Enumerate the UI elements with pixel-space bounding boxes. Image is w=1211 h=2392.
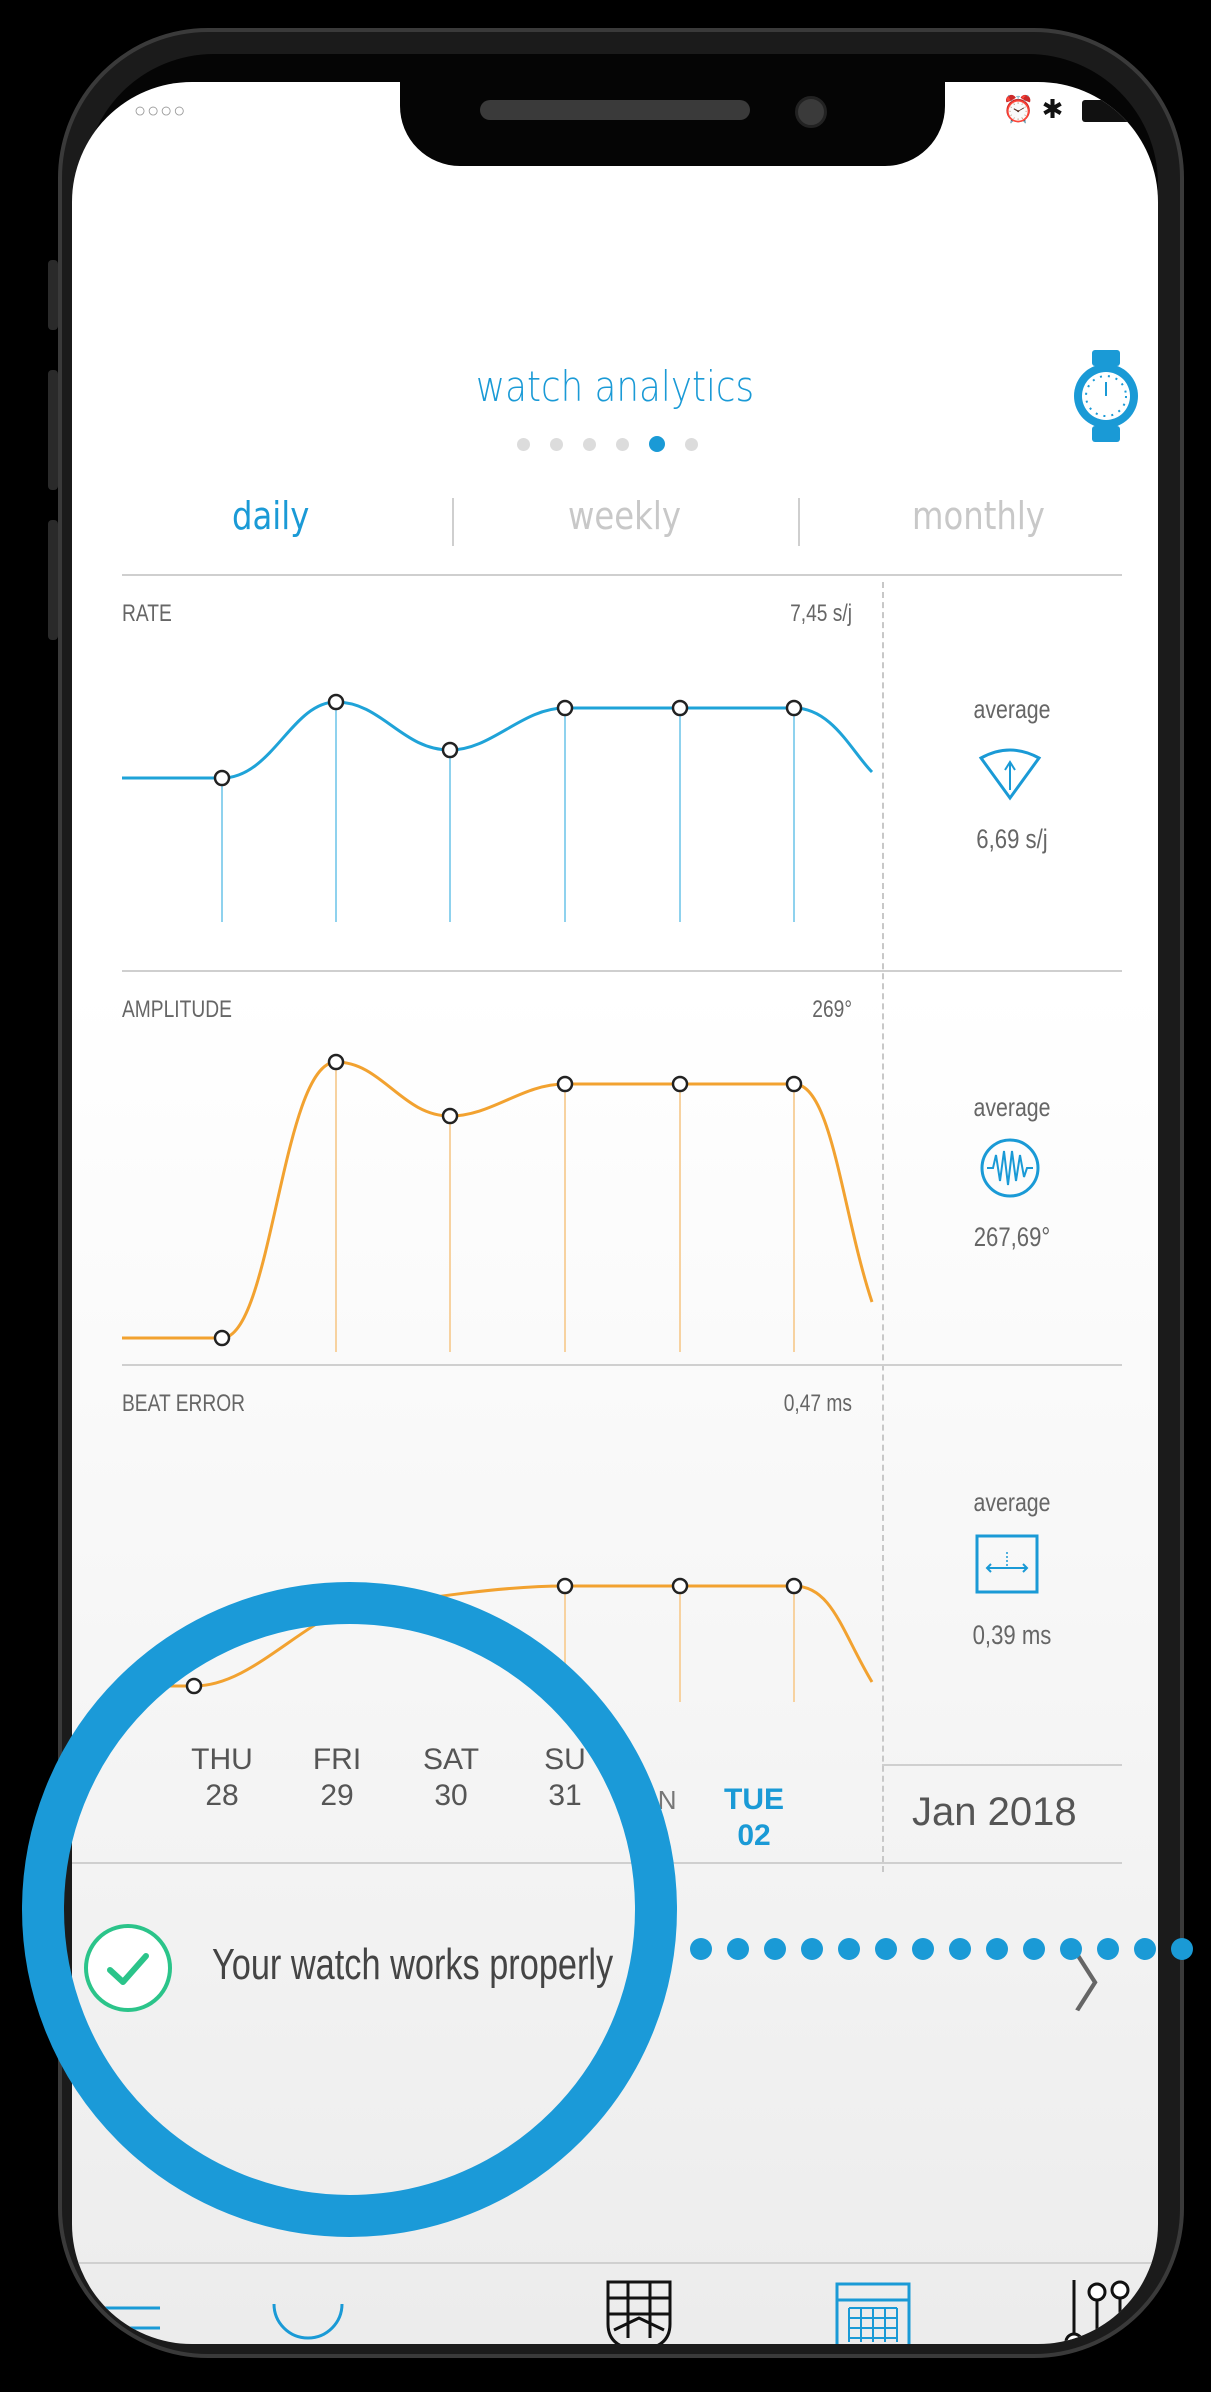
callout-dot [1134, 1938, 1156, 1960]
amplitude-point [441, 1107, 459, 1125]
watch-icon[interactable] [1070, 350, 1142, 447]
callout-dot [727, 1938, 749, 1960]
divider [882, 1764, 1122, 1766]
callout-dot [690, 1938, 712, 1960]
rate-point [671, 699, 689, 717]
page-dot[interactable] [685, 438, 698, 451]
rate-point [785, 699, 803, 717]
divider [122, 1364, 1122, 1366]
callout-dot [764, 1938, 786, 1960]
settings-sliders-icon[interactable] [1062, 2276, 1132, 2344]
beat-error-average-value: 0,39 ms [972, 1620, 1052, 1650]
menu-icon[interactable] [84, 2300, 164, 2344]
day-label: TUE [724, 1783, 784, 1816]
page-indicator[interactable] [517, 436, 698, 452]
tab-monthly[interactable]: monthly [912, 494, 1045, 538]
tab-weekly[interactable]: weekly [568, 494, 681, 538]
amplitude-point [556, 1075, 574, 1093]
day-tue[interactable]: TUE 02 [709, 1782, 799, 1854]
earpiece-speaker [480, 100, 750, 120]
amplitude-point [213, 1329, 231, 1347]
beat-error-current-value: 0,47 ms [783, 1390, 852, 1417]
amplitude-average-value: 267,69° [973, 1222, 1051, 1252]
callout-dot [1171, 1938, 1193, 1960]
callout-dot [838, 1938, 860, 1960]
beat-error-label: BEAT ERROR [122, 1390, 246, 1417]
callout-dot [1023, 1938, 1045, 1960]
beat-error-average-label: average [973, 1487, 1051, 1517]
beat-error-point [785, 1577, 803, 1595]
callout-dot [949, 1938, 971, 1960]
rate-current-value: 7,45 s/j [790, 600, 852, 627]
callout-dotted-line [690, 1938, 1211, 1962]
tab-divider [452, 498, 454, 546]
amplitude-average-label: average [973, 1092, 1051, 1122]
callout-dot [801, 1938, 823, 1960]
page-title: watch analytics [475, 362, 755, 411]
rate-point [556, 699, 574, 717]
notch [400, 82, 945, 166]
rate-line [122, 700, 874, 780]
status-icons: ⏰ ✱ [1002, 94, 1064, 124]
rate-point [441, 741, 459, 759]
amplitude-point [327, 1053, 345, 1071]
beat-error-point [556, 1577, 574, 1595]
front-camera [795, 96, 827, 128]
rate-gauge-icon [977, 742, 1043, 807]
magnifier-highlight-ring [22, 1582, 677, 2237]
amplitude-label: AMPLITUDE [122, 996, 232, 1023]
carrier-signal: ○○○○ [134, 100, 187, 122]
divider [122, 970, 1122, 972]
callout-dot [1060, 1938, 1082, 1960]
amplitude-current-value: 269° [812, 996, 852, 1023]
period-tabs: daily weekly monthly [122, 494, 1142, 554]
calendar-icon[interactable] [834, 2278, 912, 2344]
callout-dot [986, 1938, 1008, 1960]
page-dot-active[interactable] [649, 436, 665, 452]
bottom-nav [72, 2262, 1158, 2344]
page-dot[interactable] [616, 438, 629, 451]
watch-face-icon[interactable] [268, 2294, 348, 2344]
side-button-mute [48, 260, 58, 330]
rate-average-label: average [973, 694, 1051, 724]
amplitude-point [671, 1075, 689, 1093]
tab-divider [798, 498, 800, 546]
page-dot[interactable] [550, 438, 563, 451]
callout-dot [1097, 1938, 1119, 1960]
beat-error-point [671, 1577, 689, 1595]
rate-point [213, 769, 231, 787]
callout-dot [912, 1938, 934, 1960]
battery-icon [1082, 100, 1142, 122]
page-dot[interactable] [583, 438, 596, 451]
amplitude-point [785, 1075, 803, 1093]
journal-icon[interactable] [604, 2278, 674, 2344]
rate-average-value: 6,69 s/j [976, 824, 1048, 854]
side-button-volume-down [48, 520, 58, 640]
amplitude-wave-icon [979, 1137, 1041, 1204]
page-dot[interactable] [517, 438, 530, 451]
divider [122, 574, 1122, 576]
rate-point [327, 693, 345, 711]
day-date: 02 [737, 1819, 771, 1852]
beat-error-icon [975, 1534, 1039, 1599]
callout-dot [875, 1938, 897, 1960]
amplitude-line [122, 1060, 874, 1340]
rate-label: RATE [122, 600, 172, 627]
month-label[interactable]: Jan 2018 [912, 1790, 1077, 1835]
tab-daily[interactable]: daily [232, 494, 309, 538]
side-button-volume-up [48, 370, 58, 490]
